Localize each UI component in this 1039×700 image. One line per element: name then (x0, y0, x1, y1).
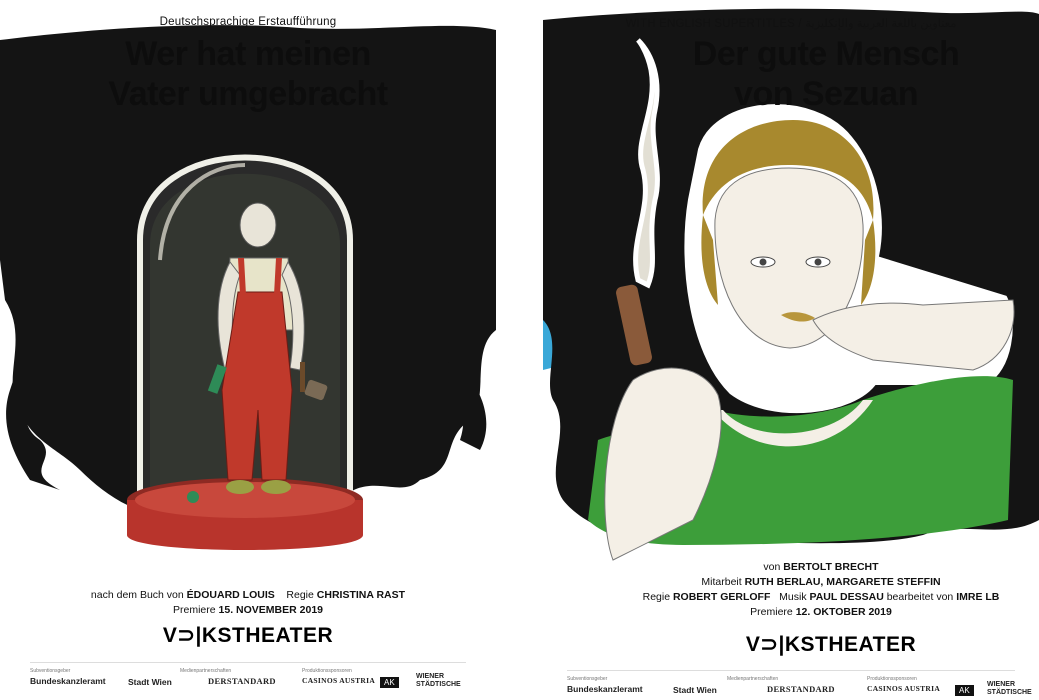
credit-prefix: Musik (779, 591, 807, 603)
stadt-wien-logo: Stadt Wien (128, 677, 172, 687)
sponsor-label: Subventionsgeber (567, 676, 608, 682)
sponsor-ak: AK (955, 685, 974, 696)
poster-title-line-1: Der gute Mensch (692, 35, 960, 73)
volkstheater-logo: V⊃|KSTHEATER (162, 624, 334, 647)
credit-prefix: Mitarbeit (701, 576, 742, 588)
credit-prefix: Regie (642, 591, 671, 603)
casinos-austria-logo: CASINOS AUSTRIA (867, 684, 941, 693)
sponsor-subvention: Subventionsgeber Bundeskanzleramt (30, 668, 106, 686)
sponsor-stadt-wien: Stadt Wien (128, 677, 172, 687)
derstandard-logo: DERSTANDARD (767, 684, 835, 694)
casinos-austria-logo: CASINOS AUSTRIA (302, 676, 376, 685)
poster-credits: nach dem Buch von ÉDOUARD LOUIS Regie CH… (0, 588, 496, 618)
stadt-wien-logo: Stadt Wien (673, 685, 717, 695)
wiener-staedtische-logo: WIENER STÄDTISCHE (987, 681, 1032, 696)
sponsor-bar: Subventionsgeber Bundeskanzleramt Stadt … (567, 670, 1032, 700)
sponsor-bar: Subventionsgeber Bundeskanzleramt Stadt … (30, 662, 466, 697)
poster-title: Wer hat meinen Vater umgebracht (0, 34, 496, 114)
sponsor-produktion: Produktionssponsoren CASINOS AUSTRIA (867, 676, 940, 693)
poster-gap (496, 0, 543, 700)
credit-director: ROBERT GERLOFF (672, 591, 771, 603)
credit-line-mitarbeit: Mitarbeit RUTH BERLAU, MARGARETE STEFFIN (603, 575, 1039, 590)
credit-director: CHRISTINA RAST (316, 589, 406, 601)
premiere-date: 15. NOVEMBER 2019 (218, 604, 323, 616)
premiere-prefix: Premiere (173, 604, 216, 616)
credit-music: PAUL DESSAU (809, 591, 884, 603)
poster-title-line-1: Wer hat meinen (125, 35, 371, 73)
wiener-staedtische-logo: WIENER STÄDTISCHE (416, 673, 461, 688)
credit-line-author: von BERTOLT BRECHT (603, 560, 1039, 575)
poster-credits: von BERTOLT BRECHT Mitarbeit RUTH BERLAU… (603, 560, 1039, 620)
premiere-line: Premiere 12. OKTOBER 2019 (603, 605, 1039, 620)
premiere-line: Premiere 15. NOVEMBER 2019 (0, 603, 496, 618)
bundeskanzleramt-logo: Bundeskanzleramt (567, 684, 643, 694)
bundeskanzleramt-logo: Bundeskanzleramt (30, 676, 106, 686)
ak-logo: AK (380, 677, 399, 688)
poster-der-gute-mensch: WITH ENGLISH SUPERTITLES / معناوين باللغ… (543, 0, 1039, 700)
derstandard-logo: DERSTANDARD (208, 676, 276, 686)
sponsor-wiener: WIENER STÄDTISCHE (416, 673, 466, 689)
premiere-prefix: Premiere (750, 606, 793, 618)
sponsor-label: Produktionssponsoren (867, 676, 917, 682)
poster-subheading: Deutschsprachige Erstaufführung (159, 16, 337, 28)
ak-logo: AK (955, 685, 974, 696)
sponsor-ak: AK (380, 677, 399, 688)
sponsor-produktion: Produktionssponsoren CASINOS AUSTRIA (302, 668, 375, 685)
credit-prefix: bearbeitet von (886, 591, 954, 603)
sponsor-medien: Medienpartnerschaften DERSTANDARD (727, 676, 835, 694)
volkstheater-logo: V⊃|KSTHEATER (745, 633, 917, 656)
sponsor-wiener: WIENER STÄDTISCHE (987, 681, 1032, 697)
credit-author: ÉDOUARD LOUIS (186, 589, 275, 601)
credit-line-author-director: nach dem Buch von ÉDOUARD LOUIS Regie CH… (0, 588, 496, 603)
credit-prefix: von (763, 561, 781, 573)
credit-adaptation: IMRE LB (956, 591, 1000, 603)
premiere-date: 12. OKTOBER 2019 (795, 606, 892, 618)
sponsor-label: Produktionssponsoren (302, 668, 352, 674)
sponsor-label: Subventionsgeber (30, 668, 71, 674)
credit-role: Regie (286, 589, 314, 601)
sponsor-stadt-wien: Stadt Wien (673, 685, 717, 695)
poster-title: Der gute Mensch von Sezuan (613, 34, 1039, 114)
credit-prefix: nach dem Buch von (90, 589, 184, 601)
poster-title-line-2: von Sezuan (734, 75, 918, 113)
sponsor-medien: Medienpartnerschaften DERSTANDARD (180, 668, 276, 686)
sponsor-label: Medienpartnerschaften (727, 676, 779, 682)
poster-wer-hat-meinen-vater: Deutschsprachige Erstaufführung Wer hat … (0, 0, 496, 700)
sponsor-subvention: Subventionsgeber Bundeskanzleramt (567, 676, 643, 694)
sponsor-label: Medienpartnerschaften (180, 668, 232, 674)
credit-collaborators: RUTH BERLAU, MARGARETE STEFFIN (744, 576, 941, 588)
credit-line-team: Regie ROBERT GERLOFF Musik PAUL DESSAU b… (603, 590, 1039, 605)
poster-title-line-2: Vater umgebracht (108, 75, 388, 113)
poster-subheading: WITH ENGLISH SUPERTITLES / معناوين باللغ… (625, 18, 957, 30)
credit-author: BERTOLT BRECHT (783, 561, 879, 573)
